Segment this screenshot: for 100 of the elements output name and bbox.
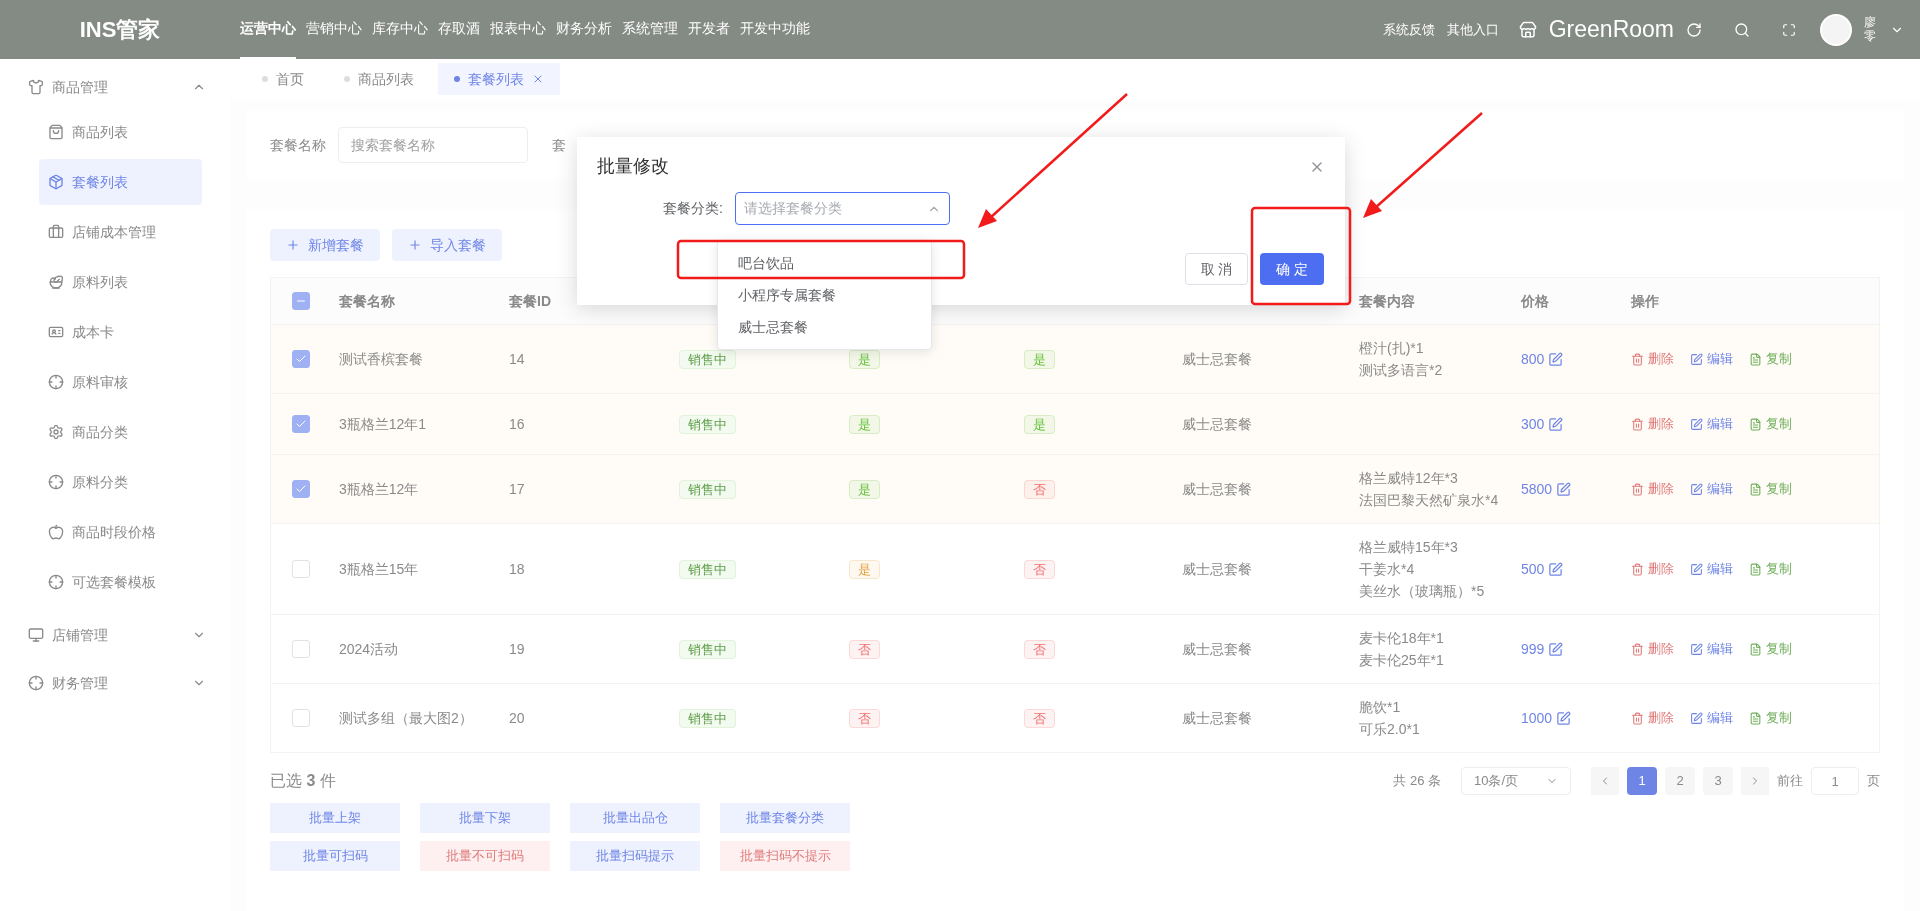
edit-icon[interactable] <box>1556 481 1572 497</box>
sidebar-group[interactable]: 店铺管理 <box>0 615 230 655</box>
copy-link[interactable]: 复制 <box>1749 559 1792 579</box>
table-cell-text: 脆饮*1 <box>1359 698 1402 717</box>
checkbox[interactable] <box>292 292 310 310</box>
nav-menu-item[interactable]: 营销中心 <box>306 0 362 59</box>
batch-button[interactable]: 批量套餐分类 <box>720 803 850 833</box>
batch-button[interactable]: 批量不可扫码 <box>420 841 550 871</box>
edit-icon[interactable] <box>1548 351 1564 367</box>
user-name[interactable]: 廖零 <box>1864 16 1878 43</box>
copy-link[interactable]: 复制 <box>1749 639 1792 659</box>
copy-link[interactable]: 复制 <box>1749 349 1792 369</box>
page-tab[interactable]: 首页 <box>246 63 320 95</box>
category-select[interactable]: 请选择套餐分类 <box>734 192 950 225</box>
page-tab[interactable]: 商品列表 <box>328 63 430 95</box>
sidebar-item[interactable]: 套餐列表 <box>39 159 202 205</box>
batch-button[interactable]: 批量可扫码 <box>270 841 400 871</box>
delete-link[interactable]: 删除 <box>1631 639 1674 659</box>
nav-menu-item[interactable]: 开发中功能 <box>740 0 810 59</box>
sidebar-item[interactable]: 商品分类 <box>39 409 202 455</box>
header-link[interactable]: 系统反馈 <box>1382 19 1435 40</box>
edit-link[interactable]: 编辑 <box>1690 559 1733 579</box>
copy-link[interactable]: 复制 <box>1749 414 1792 434</box>
status-tag: 是 <box>849 414 880 434</box>
sidebar-item[interactable]: 成本卡 <box>39 309 202 355</box>
sidebar-item[interactable]: 商品列表 <box>39 109 202 155</box>
dropdown-option[interactable]: 吧台饮品 <box>718 247 931 279</box>
edit-link[interactable]: 编辑 <box>1690 479 1733 499</box>
nav-menu-item[interactable]: 存取酒 <box>438 0 480 59</box>
sidebar-item[interactable]: 商品时段价格 <box>39 509 202 555</box>
page-button[interactable]: 3 <box>1703 767 1733 795</box>
table-cell-text: 3瓶格兰15年 <box>338 559 420 579</box>
table-cell-text: 18 <box>508 559 526 579</box>
edit-icon[interactable] <box>1556 710 1572 726</box>
apple-icon <box>48 524 64 540</box>
sidebar-group[interactable]: 财务管理 <box>0 663 230 703</box>
page-size-select[interactable]: 10条/页 <box>1461 767 1571 795</box>
sidebar-item[interactable]: 原料列表 <box>39 259 202 305</box>
document-icon <box>1749 642 1762 656</box>
nav-menu-item[interactable]: 财务分析 <box>556 0 612 59</box>
table-row[interactable]: 3瓶格兰12年 17 销售中 是 否 威士忌套餐 格兰威特12年*3 法国巴黎天然矿泉水*4 5800 删除 编辑 复制 <box>271 454 1879 523</box>
toolbar-button[interactable]: 新增套餐 <box>270 229 380 261</box>
batch-button[interactable]: 批量下架 <box>420 803 550 833</box>
page-button[interactable]: 2 <box>1665 767 1695 795</box>
goto-label: 前往 <box>1777 772 1803 791</box>
nav-menu-item[interactable]: 开发者 <box>688 0 730 59</box>
delete-link[interactable]: 删除 <box>1631 479 1674 499</box>
fullscreen-icon[interactable] <box>1782 22 1796 37</box>
page-input[interactable]: 1 <box>1811 767 1859 795</box>
plus-icon <box>408 238 422 252</box>
batch-button[interactable]: 批量出品仓 <box>570 803 700 833</box>
nav-menu-item[interactable]: 库存中心 <box>372 0 428 59</box>
cancel-button[interactable]: 取 消 <box>1185 253 1248 285</box>
confirm-button[interactable]: 确 定 <box>1260 253 1324 285</box>
edit-icon[interactable] <box>1548 416 1564 432</box>
page-button[interactable]: 1 <box>1627 767 1657 795</box>
dropdown-option[interactable]: 小程序专属套餐 <box>718 279 931 311</box>
batch-button[interactable]: 批量扫码提示 <box>570 841 700 871</box>
edit-link[interactable]: 编辑 <box>1690 349 1733 369</box>
batch-button[interactable]: 批量上架 <box>270 803 400 833</box>
edit-icon[interactable] <box>1548 561 1564 577</box>
copy-link[interactable]: 复制 <box>1749 708 1792 728</box>
edit-link[interactable]: 编辑 <box>1690 708 1733 728</box>
price-text: 5800 <box>1521 479 1553 499</box>
search-icon[interactable] <box>1734 21 1750 38</box>
nav-menu-item[interactable]: 报表中心 <box>490 0 546 59</box>
nav-menu-item[interactable]: 系统管理 <box>622 0 678 59</box>
delete-link[interactable]: 删除 <box>1631 559 1674 579</box>
sidebar-item[interactable]: 可选套餐模板 <box>39 559 202 605</box>
sidebar-item[interactable]: 店铺成本管理 <box>39 209 202 255</box>
delete-link[interactable]: 删除 <box>1631 414 1674 434</box>
checkbox[interactable] <box>292 415 310 433</box>
table-row[interactable]: 3瓶格兰12年1 16 销售中 是 是 威士忌套餐 300 删除 编辑 复制 <box>271 393 1879 454</box>
refresh-icon[interactable] <box>1686 21 1702 38</box>
settings-icon <box>48 424 64 440</box>
sidebar-item[interactable]: 原料分类 <box>39 459 202 505</box>
toolbar-button[interactable]: 导入套餐 <box>392 229 502 261</box>
copy-link[interactable]: 复制 <box>1749 479 1792 499</box>
search-field[interactable]: 搜索套餐名称 <box>338 127 528 163</box>
table-cell-text: 测试多语言*2 <box>1359 361 1444 380</box>
avatar[interactable] <box>1820 13 1852 46</box>
page-tab[interactable]: 套餐列表 <box>438 63 560 95</box>
close-icon[interactable] <box>532 73 544 85</box>
batch-button[interactable]: 批量扫码不提示 <box>720 841 850 871</box>
store-name[interactable]: GreenRoom <box>1548 12 1674 47</box>
header-link[interactable]: 其他入口 <box>1446 19 1499 40</box>
status-tag: 销售中 <box>679 349 736 369</box>
delete-link[interactable]: 删除 <box>1631 708 1674 728</box>
edit-icon[interactable] <box>1548 641 1564 657</box>
edit-link[interactable]: 编辑 <box>1690 414 1733 434</box>
delete-link[interactable]: 删除 <box>1631 349 1674 369</box>
edit-link[interactable]: 编辑 <box>1690 639 1733 659</box>
checkbox[interactable] <box>292 480 310 498</box>
crosshair-icon <box>48 574 64 590</box>
sidebar-group[interactable]: 商品管理 <box>0 67 230 107</box>
sidebar-item[interactable]: 原料审核 <box>39 359 202 405</box>
checkbox[interactable] <box>292 350 310 368</box>
filter-label: 套餐名称 <box>270 135 326 155</box>
bowl-icon <box>48 274 64 290</box>
price-text: 800 <box>1521 349 1545 369</box>
